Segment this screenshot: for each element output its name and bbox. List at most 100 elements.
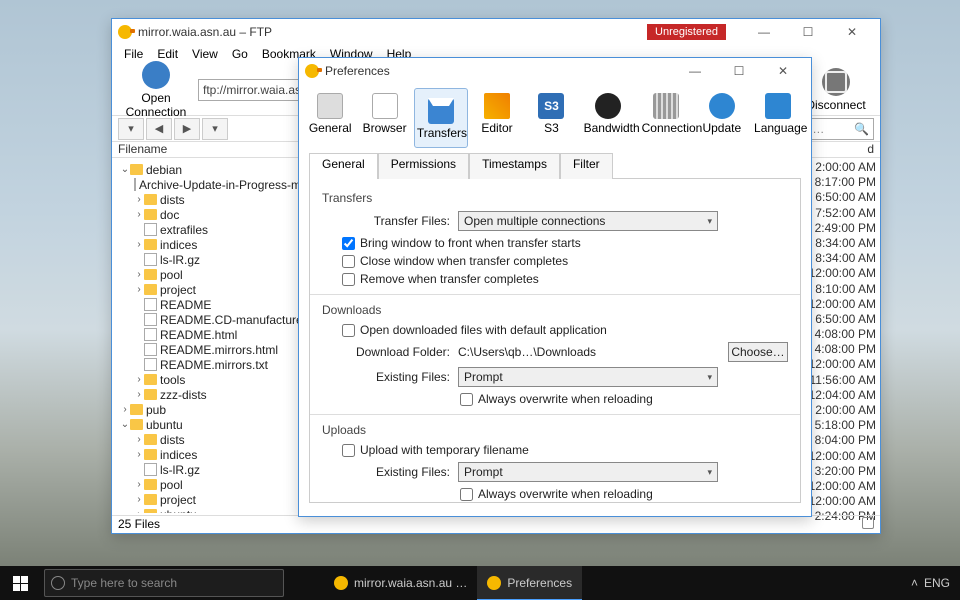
tree-row[interactable]: ›doc bbox=[116, 207, 308, 222]
file-icon bbox=[144, 463, 157, 476]
tree-item-label: dists bbox=[160, 433, 185, 447]
language-icon bbox=[765, 93, 791, 119]
system-tray[interactable]: ˄ ENG bbox=[901, 576, 960, 590]
chk-upload-temp[interactable]: Upload with temporary filename bbox=[342, 443, 788, 457]
tree-row[interactable]: ›pool bbox=[116, 477, 308, 492]
tree-twisty-icon[interactable]: › bbox=[134, 389, 144, 400]
tree-item-label: README.mirrors.html bbox=[160, 343, 278, 357]
chk-open-downloaded[interactable]: Open downloaded files with default appli… bbox=[342, 323, 788, 337]
tree-twisty-icon[interactable]: › bbox=[134, 239, 144, 250]
subtab-filter[interactable]: Filter bbox=[560, 153, 613, 179]
tree-row[interactable]: › pub bbox=[116, 402, 308, 417]
menu-go[interactable]: Go bbox=[226, 45, 254, 63]
folder-icon bbox=[144, 434, 157, 445]
file-icon bbox=[134, 178, 136, 191]
unregistered-badge: Unregistered bbox=[647, 24, 726, 40]
pref-maximize-button[interactable]: ☐ bbox=[717, 59, 761, 84]
chk-remove-on-complete[interactable]: Remove when transfer completes bbox=[342, 272, 788, 286]
col-filename[interactable]: Filename bbox=[112, 142, 167, 157]
chk-overwrite-download[interactable]: Always overwrite when reloading bbox=[460, 392, 788, 406]
subtab-timestamps[interactable]: Timestamps bbox=[469, 153, 560, 179]
tab-s3[interactable]: S3S3 bbox=[526, 88, 576, 148]
tree-row[interactable]: ›indices bbox=[116, 447, 308, 462]
tree-twisty-icon[interactable]: ⌄ bbox=[120, 164, 130, 175]
tree-twisty-icon[interactable]: › bbox=[134, 374, 144, 385]
tree-row[interactable]: README bbox=[116, 297, 308, 312]
tree-row[interactable]: README.CD-manufacture bbox=[116, 312, 308, 327]
tree-row[interactable]: › dists bbox=[116, 192, 308, 207]
tab-bandwidth[interactable]: Bandwidth bbox=[581, 88, 635, 148]
tray-language[interactable]: ENG bbox=[924, 576, 950, 590]
tree-twisty-icon[interactable]: › bbox=[120, 404, 130, 415]
tree-row[interactable]: README.mirrors.txt bbox=[116, 357, 308, 372]
dropdown-button[interactable]: ▾ bbox=[118, 118, 144, 140]
taskbar-item-main[interactable]: mirror.waia.asn.au … bbox=[324, 566, 477, 600]
tree-row[interactable]: ›tools bbox=[116, 372, 308, 387]
tab-language[interactable]: Language bbox=[751, 88, 805, 148]
maximize-button[interactable]: ☐ bbox=[786, 19, 830, 44]
tree-twisty-icon[interactable]: › bbox=[134, 509, 144, 513]
back-button[interactable]: ◀ bbox=[146, 118, 172, 140]
tab-transfers[interactable]: Transfers bbox=[414, 88, 468, 148]
pref-minimize-button[interactable]: — bbox=[673, 59, 717, 84]
chk-overwrite-upload[interactable]: Always overwrite when reloading bbox=[460, 487, 788, 501]
forward-button[interactable]: ▶ bbox=[174, 118, 200, 140]
tree-row[interactable]: README.mirrors.html bbox=[116, 342, 308, 357]
tab-update[interactable]: Update bbox=[697, 88, 747, 148]
tree-row[interactable]: ⌄debian bbox=[116, 162, 308, 177]
tree-twisty-icon[interactable]: › bbox=[134, 269, 144, 280]
toolbar-dropdown-2[interactable]: ▾ bbox=[202, 118, 228, 140]
tree-item-label: README.mirrors.txt bbox=[160, 358, 268, 372]
tree-row[interactable]: ls-lR.gz bbox=[116, 462, 308, 477]
tree-row[interactable]: Archive-Update-in-Progress-mirror.w bbox=[116, 177, 308, 192]
close-button[interactable]: ✕ bbox=[830, 19, 874, 44]
tab-editor[interactable]: Editor bbox=[472, 88, 522, 148]
tree-twisty-icon[interactable]: › bbox=[134, 209, 144, 220]
tree-twisty-icon[interactable]: ⌄ bbox=[120, 419, 130, 430]
existing-files-download-combo[interactable]: Prompt▾ bbox=[458, 367, 718, 387]
field-download-folder: Download Folder: C:\Users\qb…\Downloads … bbox=[352, 342, 788, 362]
tree-row[interactable]: › pool bbox=[116, 267, 308, 282]
tree-twisty-icon[interactable]: › bbox=[134, 284, 144, 295]
subtab-general[interactable]: General bbox=[309, 153, 378, 179]
chk-close-on-complete[interactable]: Close window when transfer completes bbox=[342, 254, 788, 268]
existing-files-upload-combo[interactable]: Prompt▾ bbox=[458, 462, 718, 482]
tree-row[interactable]: extrafiles bbox=[116, 222, 308, 237]
tree-item-label: pool bbox=[160, 268, 183, 282]
file-tree[interactable]: ⌄debianArchive-Update-in-Progress-mirror… bbox=[112, 160, 312, 513]
tree-twisty-icon[interactable]: › bbox=[134, 449, 144, 460]
tree-row[interactable]: ›zzz-dists bbox=[116, 387, 308, 402]
tree-row[interactable]: ⌄ubuntu bbox=[116, 417, 308, 432]
tree-row[interactable]: README.html bbox=[116, 327, 308, 342]
tab-connection[interactable]: Connection bbox=[639, 88, 693, 148]
start-button[interactable] bbox=[0, 566, 40, 600]
taskbar-search[interactable]: Type here to search bbox=[44, 569, 284, 597]
preferences-titlebar[interactable]: Preferences — ☐ ✕ bbox=[299, 58, 811, 84]
tree-row[interactable]: ›ubuntu bbox=[116, 507, 308, 513]
minimize-button[interactable]: — bbox=[742, 19, 786, 44]
tree-row[interactable]: ls-lR.gz bbox=[116, 252, 308, 267]
tree-item-label: dists bbox=[160, 193, 185, 207]
tree-item-label: ls-lR.gz bbox=[160, 253, 200, 267]
subtab-permissions[interactable]: Permissions bbox=[378, 153, 469, 179]
chk-bring-to-front[interactable]: Bring window to front when transfer star… bbox=[342, 236, 788, 250]
transfer-files-combo[interactable]: Open multiple connections▾ bbox=[458, 211, 718, 231]
tree-row[interactable]: ›project bbox=[116, 492, 308, 507]
tree-row[interactable]: ›indices bbox=[116, 237, 308, 252]
tray-chevron-icon[interactable]: ˄ bbox=[911, 576, 918, 590]
tree-row[interactable]: ›project bbox=[116, 282, 308, 297]
main-titlebar[interactable]: mirror.waia.asn.au – FTP Unregistered — … bbox=[112, 19, 880, 44]
tree-row[interactable]: › dists bbox=[116, 432, 308, 447]
tree-item-label: pub bbox=[146, 403, 166, 417]
pref-close-button[interactable]: ✕ bbox=[761, 59, 805, 84]
tree-twisty-icon[interactable]: › bbox=[134, 194, 144, 205]
tab-general[interactable]: General bbox=[305, 88, 355, 148]
field-existing-files-upload: Existing Files: Prompt▾ bbox=[352, 462, 788, 482]
taskbar-item-preferences[interactable]: Preferences bbox=[477, 566, 582, 600]
tab-browser[interactable]: Browser bbox=[359, 88, 409, 148]
tree-twisty-icon[interactable]: › bbox=[134, 479, 144, 490]
open-connection-button[interactable]: Open Connection bbox=[118, 59, 194, 121]
tree-twisty-icon[interactable]: › bbox=[134, 434, 144, 445]
tree-twisty-icon[interactable]: › bbox=[134, 494, 144, 505]
choose-button[interactable]: Choose… bbox=[728, 342, 788, 362]
